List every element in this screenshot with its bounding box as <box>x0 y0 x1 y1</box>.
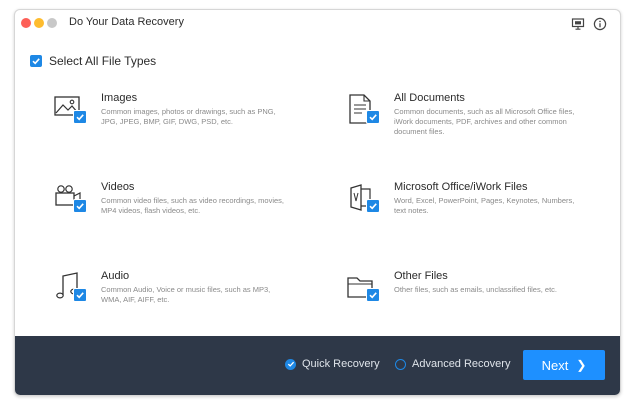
quick-recovery-radio[interactable] <box>285 358 296 370</box>
minimize-window-button[interactable] <box>34 18 44 28</box>
file-type-audio[interactable]: Audio Common Audio, Voice or music files… <box>53 270 293 331</box>
recovery-options-bar: Quick Recovery Advanced Recovery Next ❯ <box>15 336 620 395</box>
file-type-description: Word, Excel, PowerPoint, Pages, Keynotes… <box>394 196 575 215</box>
file-type-title: Images <box>101 92 138 104</box>
office-files-checkbox[interactable] <box>366 199 380 213</box>
file-type-description: Common video files, such as video record… <box>101 196 284 215</box>
select-all-file-types[interactable]: Select All File Types <box>30 54 156 68</box>
select-all-label: Select All File Types <box>49 54 157 68</box>
next-button-label: Next <box>541 357 569 373</box>
images-checkbox[interactable] <box>73 110 87 124</box>
other-files-checkbox[interactable] <box>366 288 380 302</box>
select-all-checkbox[interactable] <box>30 55 42 67</box>
advanced-recovery-option[interactable]: Advanced Recovery <box>395 358 510 370</box>
file-type-office-files[interactable]: Microsoft Office/iWork Files Word, Excel… <box>346 181 586 242</box>
title-bar: Do Your Data Recovery <box>15 10 620 38</box>
quick-recovery-option[interactable]: Quick Recovery <box>285 358 380 370</box>
file-type-description: Common images, photos or drawings, such … <box>101 107 276 126</box>
advanced-recovery-radio[interactable] <box>395 358 406 370</box>
advanced-recovery-label: Advanced Recovery <box>412 358 511 370</box>
file-type-title: Videos <box>101 181 135 193</box>
chevron-right-icon: ❯ <box>576 358 587 372</box>
window-title: Do Your Data Recovery <box>69 16 184 28</box>
videos-checkbox[interactable] <box>73 199 87 213</box>
file-type-description: Common documents, such as all Microsoft … <box>394 107 575 136</box>
all-documents-checkbox[interactable] <box>366 110 380 124</box>
file-type-images[interactable]: Images Common images, photos or drawings… <box>53 92 293 153</box>
close-window-button[interactable] <box>21 18 31 28</box>
file-type-title: Other Files <box>394 270 448 282</box>
file-type-other-files[interactable]: Other Files Other files, such as emails,… <box>346 270 586 331</box>
screen-capture-icon[interactable] <box>571 17 585 31</box>
file-type-description: Common Audio, Voice or music files, such… <box>101 285 271 304</box>
app-window: Do Your Data Recovery Select All File Ty… <box>14 9 621 396</box>
audio-checkbox[interactable] <box>73 288 87 302</box>
file-type-videos[interactable]: Videos Common video files, such as video… <box>53 181 293 242</box>
next-button[interactable]: Next ❯ <box>523 350 605 380</box>
file-type-description: Other files, such as emails, unclassifie… <box>394 285 557 294</box>
maximize-window-button[interactable] <box>47 18 57 28</box>
info-icon[interactable] <box>593 17 607 31</box>
file-type-all-documents[interactable]: All Documents Common documents, such as … <box>346 92 586 153</box>
file-type-title: Audio <box>101 270 130 282</box>
quick-recovery-label: Quick Recovery <box>302 358 380 370</box>
file-type-title: Microsoft Office/iWork Files <box>394 181 528 193</box>
file-type-title: All Documents <box>394 92 465 104</box>
